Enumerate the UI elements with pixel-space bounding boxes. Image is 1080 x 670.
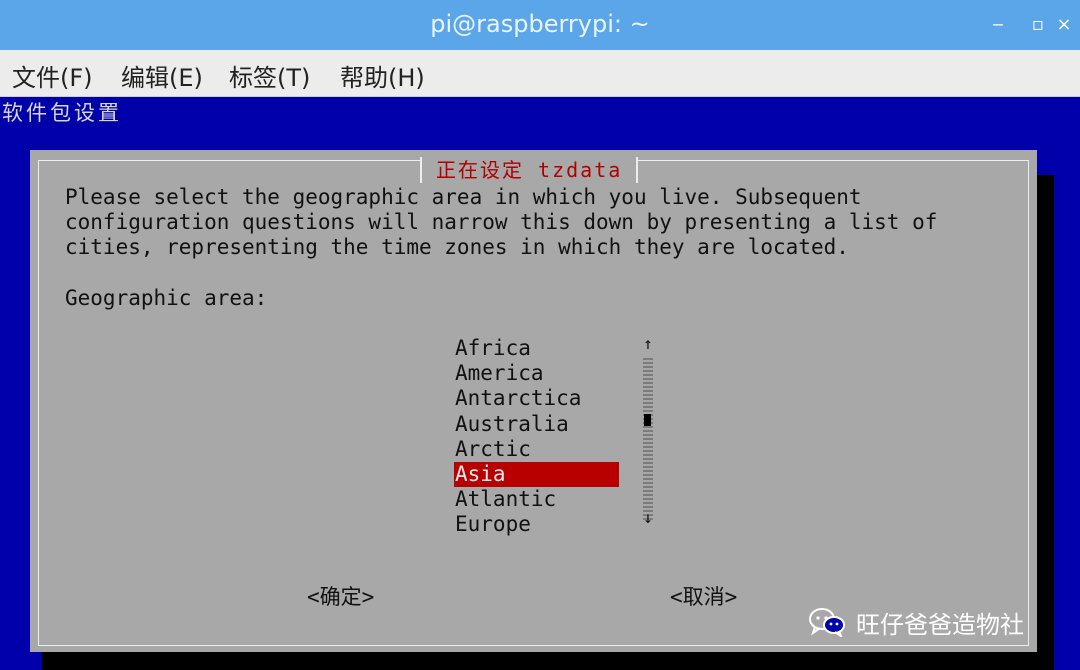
area-option-atlantic[interactable]: Atlantic — [454, 487, 619, 512]
wechat-icon — [808, 607, 846, 639]
geographic-area-label: Geographic area: — [65, 286, 268, 310]
ok-button[interactable]: <确定> — [307, 581, 374, 611]
menu-help[interactable]: 帮助(H) — [340, 58, 425, 93]
scroll-thumb[interactable] — [644, 414, 651, 426]
list-scrollbar[interactable]: ↑ ↓ — [641, 334, 655, 538]
dialog-frame: 正在设定 tzdata Please select the geographic… — [38, 157, 1029, 646]
area-option-arctic[interactable]: Arctic — [454, 437, 619, 462]
dialog-description: Please select the geographic area in whi… — [65, 185, 938, 259]
menu-file[interactable]: 文件(F) — [12, 58, 93, 93]
watermark-text: 旺仔爸爸造物社 — [856, 610, 1024, 639]
area-option-asia-selected[interactable]: Asia — [454, 461, 619, 488]
minimize-button[interactable]: ‒ — [984, 12, 1012, 38]
cancel-button[interactable]: <取消> — [670, 581, 737, 611]
scroll-down-arrow-icon[interactable]: ↓ — [641, 508, 655, 527]
area-option-australia[interactable]: Australia — [454, 412, 619, 437]
window-titlebar[interactable]: pi@raspberrypi: ~ ‒ ▫ × — [0, 0, 1080, 50]
terminal-area[interactable]: 软件包设置 正在设定 tzdata Please select the geog… — [0, 97, 1080, 670]
area-option-antarctica[interactable]: Antarctica — [454, 386, 619, 411]
scroll-up-arrow-icon[interactable]: ↑ — [641, 334, 655, 353]
package-config-header: 软件包设置 — [2, 101, 122, 125]
close-button[interactable]: × — [1050, 12, 1078, 38]
maximize-button[interactable]: ▫ — [1024, 12, 1052, 38]
menu-edit[interactable]: 编辑(E) — [121, 58, 203, 93]
window-title: pi@raspberrypi: ~ — [430, 10, 650, 38]
menu-bar: 文件(F) 编辑(E) 标签(T) 帮助(H) — [0, 50, 1080, 97]
area-option-europe[interactable]: Europe — [454, 512, 619, 537]
tzdata-dialog: 正在设定 tzdata Please select the geographic… — [30, 150, 1037, 652]
menu-tabs[interactable]: 标签(T) — [229, 58, 310, 93]
watermark: 旺仔爸爸造物社 — [808, 602, 1024, 642]
area-list: Africa America Antarctica Australia Arct… — [454, 336, 619, 538]
area-option-africa[interactable]: Africa — [454, 336, 619, 361]
scroll-track[interactable] — [643, 358, 653, 520]
area-option-america[interactable]: America — [454, 361, 619, 386]
dialog-title: 正在设定 tzdata — [420, 157, 639, 183]
